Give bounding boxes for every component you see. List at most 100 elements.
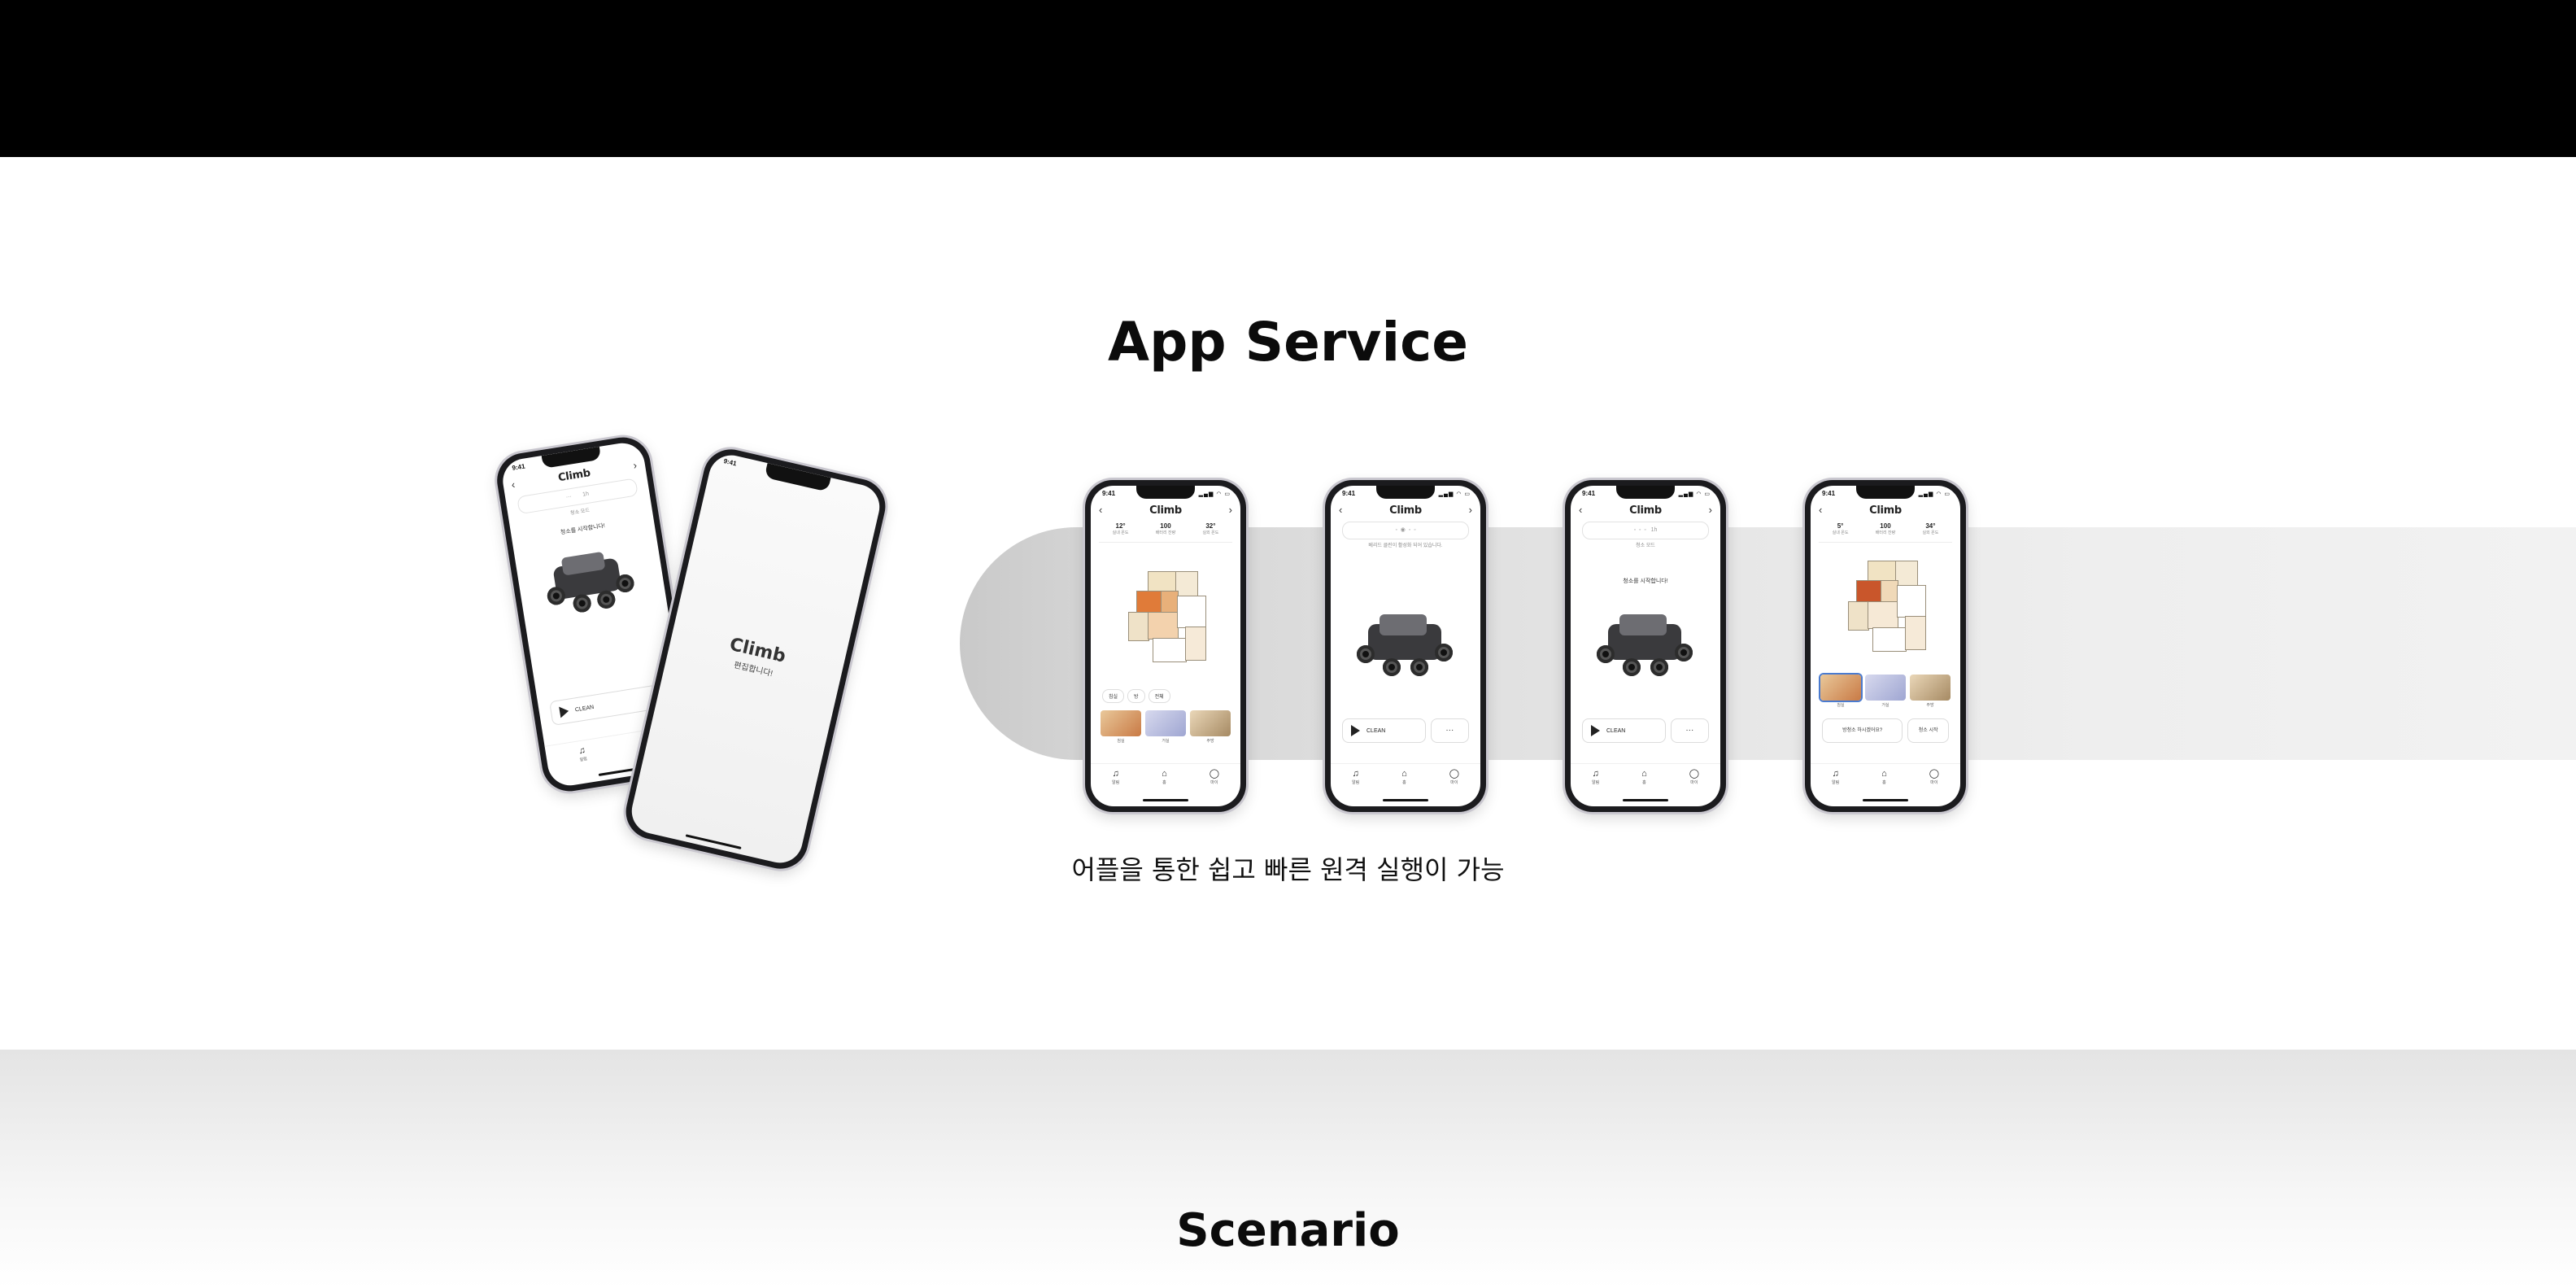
phone-notch (1376, 486, 1435, 499)
robot-image (539, 539, 647, 627)
stat-label: 실외 온도 (1922, 530, 1939, 535)
forward-icon[interactable]: › (632, 459, 638, 471)
stat-label: 배터리 잔량 (1155, 530, 1176, 535)
clean-button[interactable]: CLEAN (1342, 718, 1426, 743)
select-room-button[interactable]: 방청소 하시겠어요? (1822, 718, 1903, 743)
app-logo: Climb (1149, 504, 1182, 517)
thumb-label: 주방 (1206, 739, 1214, 744)
clean-label: CLEAN (1366, 727, 1386, 734)
tab-label: 알림 (1111, 780, 1120, 785)
tab-home[interactable]: ⌂홈 (1641, 764, 1647, 792)
robot-image (1355, 608, 1461, 689)
home-icon: ⌂ (1162, 769, 1167, 779)
tab-label: 홈 (1882, 780, 1886, 785)
tab-home[interactable]: ⌂홈 (1401, 764, 1407, 792)
tab-alerts[interactable]: ♫ 알림 (577, 740, 588, 769)
connect-caption: 베리드 클린이 활성화 되어 있습니다. (1368, 544, 1443, 548)
app-logo: Climb (1629, 504, 1662, 517)
phone-notch (1616, 486, 1675, 499)
tab-home[interactable]: ⌂홈 (1881, 764, 1887, 792)
thumb-label: 거실 (1162, 739, 1170, 744)
tab-alerts[interactable]: ♫ 알림 (1832, 764, 1839, 792)
tab-label: 마이 (1690, 780, 1698, 785)
clean-button[interactable]: CLEAN (1582, 718, 1666, 743)
splash-screen: 9:41 Climb 편집합니다! (627, 451, 884, 867)
room-thumbnails (1101, 710, 1231, 736)
phone-screen: 9:41 ▂▄▆ ◠ ▭ ‹ Climb › 12° 실내 온도 100 배터리 잔… (1091, 486, 1240, 806)
stat-label: 실내 온도 (1832, 530, 1849, 535)
more-button[interactable]: ··· (1670, 718, 1709, 743)
stat-value: 100 (1880, 522, 1891, 530)
phone-map-view: 9:41 ▂▄▆ ◠ ▭ ‹ Climb › 12° 실내 온도 100 배터리 잔… (1085, 480, 1246, 812)
stats-row: 12° 실내 온도 100 배터리 잔량 32° 실외 온도 (1099, 522, 1232, 543)
stat-outdoor: 34° 실외 온도 (1923, 522, 1939, 542)
mode-caption: 청소 모드 (1636, 544, 1655, 548)
more-button[interactable]: ··· (1430, 718, 1469, 743)
tab-label: 알림 (1831, 780, 1840, 785)
tab-label: 알림 (579, 756, 588, 763)
thumb-labels: 침실 거실 주방 (1820, 702, 1951, 708)
mode-selector[interactable]: ◦ ◉ ◦ ◦ (1342, 522, 1469, 539)
chip-bedroom[interactable]: 침실 (1102, 689, 1125, 703)
stat-indoor: 5° 실내 온도 (1833, 522, 1849, 542)
home-icon: ⌂ (1881, 769, 1887, 779)
stat-battery: 100 배터리 잔량 (1156, 522, 1175, 542)
forward-icon[interactable]: › (1709, 504, 1712, 516)
tab-my[interactable]: ◯ 마이 (1929, 764, 1939, 792)
chip-all[interactable]: 전체 (1148, 689, 1170, 703)
room-thumb[interactable] (1101, 710, 1141, 736)
tab-bar: ♫ 알림 ⌂ 홈 ◯ 마이 (1571, 763, 1720, 792)
user-icon: ◯ (1209, 769, 1220, 779)
tab-home[interactable]: ⌂홈 (1162, 764, 1167, 792)
stat-value: 100 (1160, 522, 1171, 530)
home-icon: ⌂ (1401, 769, 1407, 779)
tab-my[interactable]: ◯ 마이 (1449, 764, 1459, 792)
mode-selector[interactable]: ◦ ◦ ◦ 1h (1582, 522, 1709, 539)
clean-label: CLEAN (574, 704, 595, 713)
room-thumb[interactable] (1145, 710, 1186, 736)
phone-robot-connect: 9:41 ▂▄▆ ◠ ▭ ‹ Climb › ◦ ◉ ◦ ◦ 베리드 클린이 활… (1325, 480, 1486, 812)
stat-label: 배터리 잔량 (1875, 530, 1896, 535)
status-time: 9:41 (511, 462, 526, 472)
thumb-labels: 침실 거실 주방 (1101, 738, 1231, 744)
play-icon (559, 705, 570, 718)
status-icons: ▂▄▆ ◠ ▭ (1198, 491, 1231, 497)
thumb-label: 침실 (1117, 739, 1125, 744)
tab-label: 홈 (1162, 780, 1166, 785)
room-thumb[interactable] (1910, 675, 1951, 701)
tab-label: 알림 (1351, 780, 1360, 785)
floor-plan-map[interactable] (1128, 571, 1206, 662)
tab-alerts[interactable]: ♫ 알림 (1352, 764, 1359, 792)
phone-notch (1136, 486, 1195, 499)
tab-my[interactable]: ◯ 마이 (1210, 764, 1219, 792)
room-thumb[interactable] (1190, 710, 1231, 736)
bell-icon: ♫ (1352, 769, 1359, 779)
stat-value: 34° (1925, 522, 1936, 530)
running-caption: 청소를 시작합니다! (1623, 579, 1668, 584)
status-time: 9:41 (1342, 490, 1356, 497)
room-thumb[interactable] (1820, 675, 1861, 701)
phone-notch (764, 463, 831, 492)
forward-icon[interactable]: › (1469, 504, 1472, 516)
start-button[interactable]: 청소 시작 (1907, 718, 1949, 743)
tab-label: 마이 (1210, 780, 1218, 785)
tab-alerts[interactable]: ♫ 알림 (1112, 764, 1119, 792)
thumb-label: 거실 (1881, 703, 1890, 708)
status-time: 9:41 (1102, 490, 1116, 497)
status-time: 9:41 (1822, 490, 1836, 497)
user-icon: ◯ (1689, 769, 1700, 779)
forward-icon[interactable]: › (1229, 504, 1232, 516)
tab-alerts[interactable]: ♫ 알림 (1592, 764, 1599, 792)
tab-my[interactable]: ◯ 마이 (1689, 764, 1699, 792)
chip-room[interactable]: 방 (1127, 689, 1145, 703)
status-time: 9:41 (1582, 490, 1596, 497)
tab-bar: ♫ 알림 ⌂ 홈 ◯ 마이 (1331, 763, 1480, 792)
thumb-label: 침실 (1837, 703, 1845, 708)
floor-plan-map[interactable] (1848, 561, 1926, 652)
home-indicator (1623, 799, 1668, 801)
room-thumb[interactable] (1865, 675, 1906, 701)
play-icon (1591, 725, 1600, 736)
stat-value: 5° (1837, 522, 1844, 530)
status-icons: ▂▄▆ ◠ ▭ (1438, 491, 1471, 497)
tab-label: 마이 (1930, 780, 1938, 785)
